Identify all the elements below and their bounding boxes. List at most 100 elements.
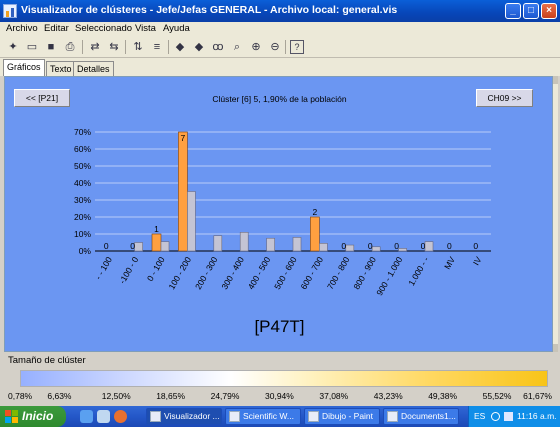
bar-count-label: 2 <box>313 207 318 217</box>
y-tick-label: 10% <box>74 229 91 239</box>
document-icon <box>229 411 240 422</box>
open-icon[interactable]: ▭ <box>25 40 39 54</box>
clock: 11:16 a.m. <box>517 411 557 421</box>
bar-count-label: 0 <box>473 241 478 251</box>
swap-icon[interactable]: ⇄ <box>88 40 102 54</box>
swap-alt-icon[interactable]: ⇆ <box>107 40 121 54</box>
y-tick-label: 40% <box>74 178 91 188</box>
word-icon <box>387 411 398 422</box>
scale-label: 49,38% <box>428 391 458 401</box>
tab-graficos[interactable]: Gráficos <box>3 59 45 76</box>
menu-archivo[interactable]: Archivo <box>6 23 38 34</box>
population-bar <box>239 232 249 252</box>
x-tick-label: 0 - 100 <box>145 255 167 283</box>
menu-editar[interactable]: Editar <box>44 23 69 34</box>
scale-label: 24,79% <box>210 391 240 401</box>
language-indicator[interactable]: ES <box>474 411 485 421</box>
population-bar <box>134 242 143 252</box>
system-tray: ES 11:16 a.m. <box>468 406 560 427</box>
sort-alt-icon[interactable]: ≡ <box>150 40 164 54</box>
highlight-bar <box>310 216 320 252</box>
population-bar <box>424 241 434 252</box>
save-icon[interactable]: ■ <box>44 40 58 54</box>
window-title: Visualizador de clústeres - Jefe/Jefas G… <box>21 4 398 16</box>
scroll-up-arrow[interactable] <box>553 76 558 84</box>
menu-vista[interactable]: Vista <box>135 23 156 34</box>
task-documents[interactable]: Documents1... <box>383 408 459 425</box>
firefox-icon[interactable] <box>114 410 127 423</box>
bar-count-label: 0 <box>130 241 135 251</box>
x-tick-label: IV <box>471 255 484 267</box>
close-button[interactable]: × <box>541 3 557 19</box>
bar-count-label: 0 <box>368 241 373 251</box>
taskbar: Inicio Visualizador ... Scientific W... … <box>0 406 560 427</box>
scale-label: 12,50% <box>101 391 131 401</box>
paint-icon <box>308 411 319 422</box>
zoom-in-icon[interactable]: ⊕ <box>249 40 263 54</box>
start-label: Inicio <box>22 409 54 423</box>
bar-count-label: 0 <box>104 241 109 251</box>
bar-count-label: 0 <box>447 241 452 251</box>
show-desktop-icon[interactable] <box>97 410 110 423</box>
x-tick-label: 800 - 900 <box>351 255 378 291</box>
population-bar <box>398 248 407 252</box>
toolbar: ✦ ▭ ■ ⎙ ⇄ ⇆ ⇅ ≡ ◆ ◆ ꝏ ⌕ ⊕ ⊖ ? <box>0 36 560 58</box>
x-tick-label: 1.000 - - <box>406 255 431 288</box>
scale-label: 61,67% <box>523 391 552 401</box>
distribution-chart: 70% 60% 50% 40% 30% 20% 10% 0% 0 - - 100 0 -100 - 0… <box>74 127 491 297</box>
tab-texto[interactable]: Texto <box>46 61 76 76</box>
arrow-right-icon[interactable]: ◆ <box>192 40 206 54</box>
maximize-button[interactable]: □ <box>523 3 539 19</box>
highlight-bar <box>178 131 188 252</box>
bar-count-label: 0 <box>394 241 399 251</box>
highlight-bar <box>151 233 162 252</box>
population-bar <box>187 191 196 252</box>
minimize-button[interactable]: _ <box>505 3 521 19</box>
scale-label: 18,65% <box>156 391 186 401</box>
find-icon[interactable]: ⌕ <box>230 40 244 54</box>
task-visualizador[interactable]: Visualizador ... <box>146 408 222 425</box>
y-tick-label: 60% <box>74 144 91 154</box>
population-bar <box>266 237 275 252</box>
menu-seleccionado[interactable]: Seleccionado <box>75 23 132 34</box>
ie-icon[interactable] <box>80 410 93 423</box>
x-tick-label: 900 - 1.000 <box>374 255 404 297</box>
x-tick-label: -100 - 0 <box>117 255 140 286</box>
bar-count-label: 0 <box>341 241 346 251</box>
tab-detalles[interactable]: Detalles <box>73 61 114 76</box>
chart-panel: << [P21] Clúster [6] 5, 1,90% de la pobl… <box>4 76 553 352</box>
variable-label: [P47T] <box>254 317 305 336</box>
legend-label: Tamaño de clúster <box>8 355 86 366</box>
scale-label: 30,94% <box>265 391 294 401</box>
zoom-out-icon[interactable]: ⊖ <box>268 40 282 54</box>
help-icon[interactable]: ? <box>290 40 304 54</box>
x-tick-label: 400 - 500 <box>246 255 273 291</box>
bar-count-label: 7 <box>181 133 186 143</box>
x-tick-label: - - 100 <box>93 255 114 282</box>
cluster-size-gradient <box>20 370 548 387</box>
new-icon[interactable]: ✦ <box>6 40 20 54</box>
menu-bar: Archivo Editar Seleccionado Vista Ayuda <box>0 22 560 36</box>
binoculars-icon[interactable]: ꝏ <box>211 40 225 54</box>
title-bar: Visualizador de clústeres - Jefe/Jefas G… <box>0 0 560 22</box>
scroll-down-arrow[interactable] <box>553 344 558 352</box>
y-tick-label: 30% <box>74 195 91 205</box>
app-window-icon <box>150 411 161 422</box>
task-scientific[interactable]: Scientific W... <box>225 408 301 425</box>
y-tick-label: 0% <box>79 246 92 256</box>
print-icon[interactable]: ⎙ <box>63 40 77 54</box>
sort-icon[interactable]: ⇅ <box>131 40 145 54</box>
x-tick-label: 200 - 300 <box>193 255 220 291</box>
arrow-left-icon[interactable]: ◆ <box>173 40 187 54</box>
menu-ayuda[interactable]: Ayuda <box>163 23 190 34</box>
population-bar <box>371 246 381 252</box>
tray-icon[interactable] <box>491 412 500 421</box>
task-paint[interactable]: Dibujo - Paint <box>304 408 380 425</box>
y-tick-label: 50% <box>74 161 91 171</box>
tray-icon[interactable] <box>504 412 513 421</box>
vertical-scrollbar[interactable] <box>553 76 558 352</box>
x-tick-label: MV <box>442 255 457 271</box>
x-tick-label: 600 - 700 <box>299 255 326 291</box>
scale-label: 0,78% <box>8 391 33 401</box>
start-button[interactable]: Inicio <box>0 406 66 427</box>
